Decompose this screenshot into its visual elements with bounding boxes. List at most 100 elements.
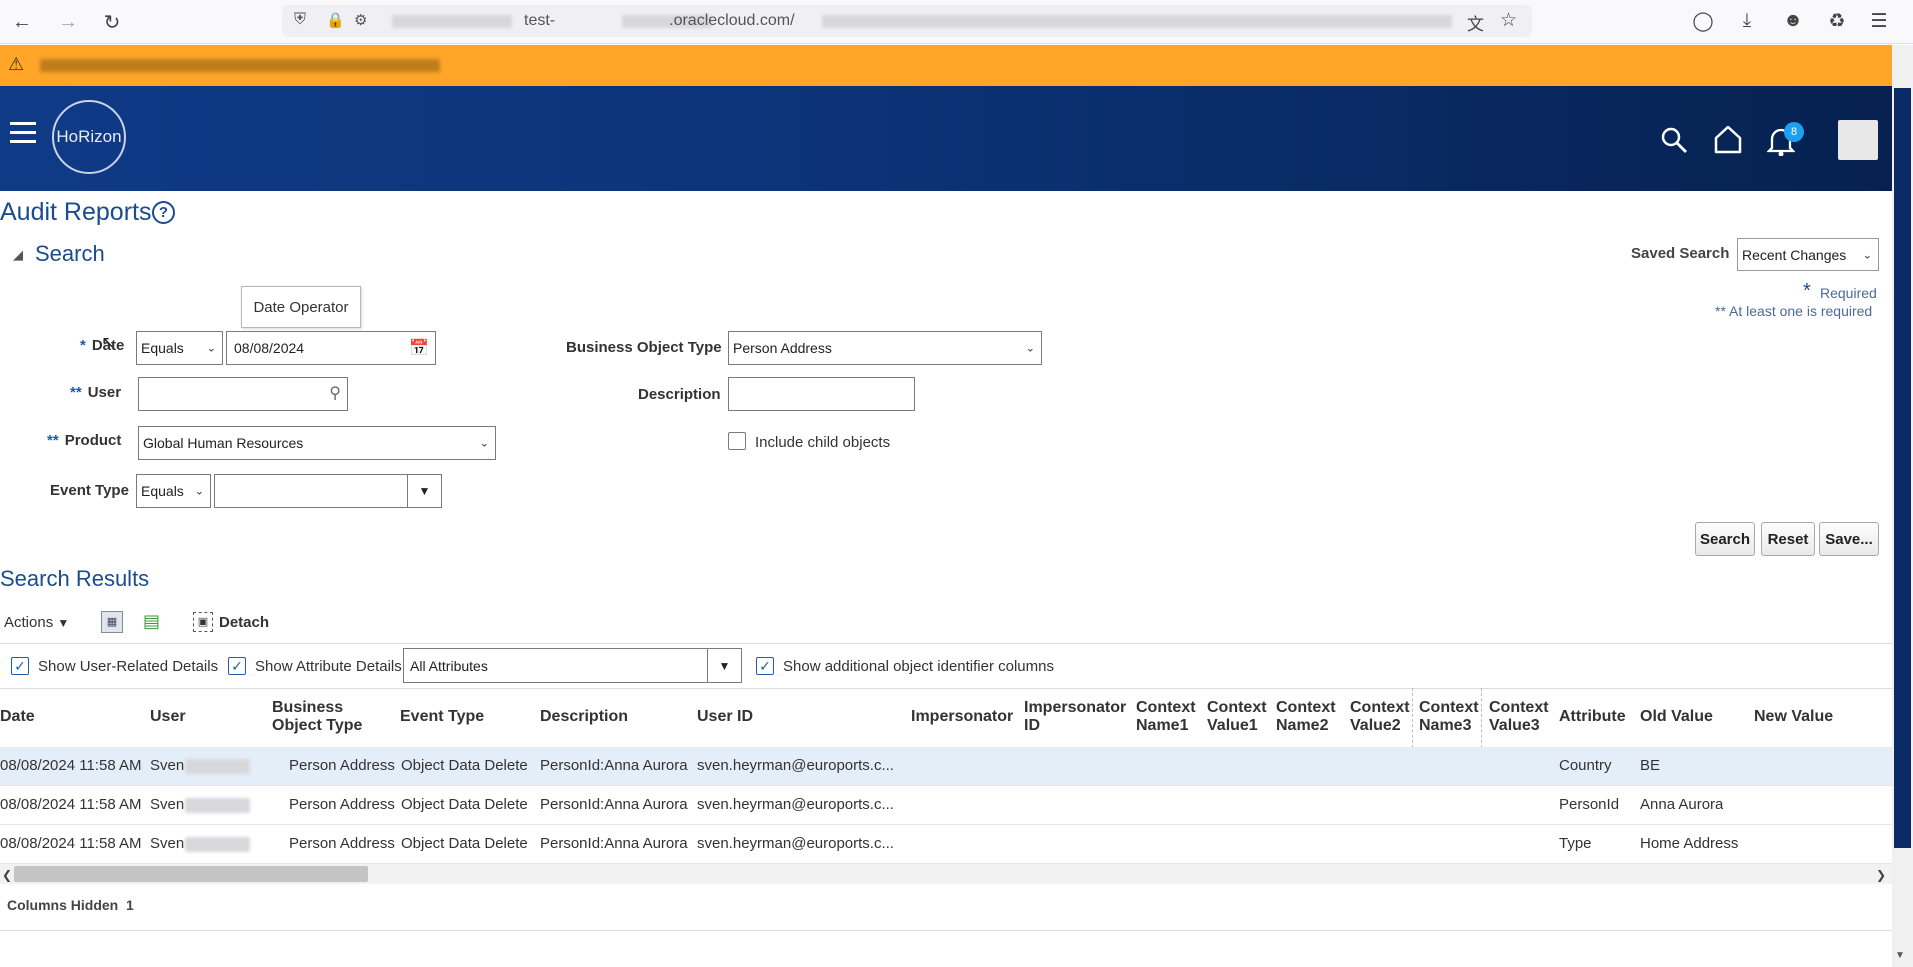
event-type-dropdown-icon[interactable]: ▼ [407, 475, 441, 507]
col-context-name3[interactable]: Context Name3 [1419, 699, 1483, 735]
attributes-dropdown-icon[interactable]: ▼ [707, 649, 741, 682]
search-section-title[interactable]: Search [35, 241, 105, 267]
include-child-checkbox[interactable] [728, 432, 746, 450]
col-date[interactable]: Date [0, 708, 35, 726]
col-user-id[interactable]: User ID [697, 708, 753, 726]
vertical-scrollbar-thumb[interactable] [1894, 88, 1911, 848]
product-select[interactable]: Global Human Resources ⌄ [138, 426, 496, 460]
cell-bo-type: Person Address [289, 796, 395, 813]
table-row[interactable]: 08/08/2024 11:58 AM Sven Person Address … [0, 786, 1892, 825]
show-additional-label: Show additional object identifier column… [783, 658, 1054, 675]
cell-date: 08/08/2024 11:58 AM [0, 757, 142, 774]
download-icon[interactable]: ⤓ [1734, 8, 1760, 34]
col-context-name2[interactable]: Context Name2 [1276, 699, 1340, 735]
freeze-icon[interactable]: ▤ [143, 611, 160, 632]
col-attribute[interactable]: Attribute [1559, 708, 1626, 726]
scroll-left-icon[interactable]: ❮ [2, 868, 12, 882]
table-row[interactable]: 08/08/2024 11:58 AM Sven Person Address … [0, 825, 1892, 864]
attributes-select[interactable]: All Attributes ▼ [403, 648, 742, 683]
saved-search-select[interactable]: Recent Changes ⌄ [1737, 238, 1879, 271]
calendar-icon[interactable]: 📅 [409, 338, 429, 358]
bo-type-label: Business Object Type [566, 339, 722, 356]
divider [0, 930, 1892, 931]
cell-description: PersonId:Anna Aurora [540, 835, 688, 852]
detach-icon[interactable]: ▣ [193, 612, 213, 632]
col-context-value2[interactable]: Context Value2 [1350, 699, 1414, 735]
search-icon[interactable] [1660, 126, 1688, 154]
cell-bo-type: Person Address [289, 835, 395, 852]
translate-icon[interactable]: 文 [1467, 10, 1484, 35]
user-surname-redacted [185, 837, 250, 852]
bookmark-star-icon[interactable]: ☆ [1500, 9, 1517, 32]
cell-date: 08/08/2024 11:58 AM [0, 835, 142, 852]
event-type-label: Event Type [50, 482, 129, 499]
required-note: Required [1820, 285, 1877, 301]
menu-icon[interactable]: ☰ [1866, 8, 1892, 34]
reset-button[interactable]: Reset [1761, 522, 1815, 556]
product-label: ** Product [47, 432, 122, 449]
logo[interactable]: HoRizon [52, 100, 126, 174]
forward-icon[interactable]: → [54, 8, 82, 36]
cell-bo-type: Person Address [289, 757, 395, 774]
home-icon[interactable] [1713, 124, 1743, 154]
user-search-icon[interactable]: ⚲ [329, 383, 341, 403]
event-type-input[interactable]: ▼ [214, 474, 442, 508]
scroll-down-icon[interactable]: ▼ [1895, 950, 1905, 961]
date-input[interactable]: 08/08/2024 📅 [226, 331, 436, 365]
cell-attribute: PersonId [1559, 796, 1620, 813]
description-input[interactable] [728, 377, 915, 411]
date-operator-select[interactable]: Equals ⌄ [136, 331, 223, 365]
col-user[interactable]: User [150, 708, 186, 726]
cell-user-id: sven.heyrman@euroports.c... [697, 835, 894, 852]
help-icon[interactable]: ? [152, 201, 175, 224]
col-new-value[interactable]: New Value [1754, 708, 1833, 726]
page-title: Audit Reports [0, 198, 152, 226]
scroll-right-icon[interactable]: ❯ [1876, 868, 1886, 882]
actions-menu[interactable]: Actions ▼ [4, 614, 69, 631]
search-button[interactable]: Search [1695, 522, 1755, 556]
cell-user: Sven [150, 796, 185, 813]
address-bar[interactable]: ⛨ 🔒 ⚙ 文 ☆ [282, 5, 1532, 37]
horizontal-scrollbar-thumb[interactable] [14, 866, 368, 882]
col-old-value[interactable]: Old Value [1640, 708, 1713, 726]
save-button[interactable]: Save... [1819, 522, 1879, 556]
hamburger-menu-icon[interactable] [10, 122, 36, 144]
detach-button[interactable]: Detach [219, 614, 269, 631]
col-context-value3[interactable]: Context Value3 [1489, 699, 1553, 735]
user-avatar[interactable] [1838, 120, 1878, 160]
event-type-operator-select[interactable]: Equals ⌄ [136, 474, 211, 508]
table-row[interactable]: 08/08/2024 11:58 AM Sven Person Address … [0, 747, 1892, 786]
show-attr-details-label: Show Attribute Details [255, 658, 402, 675]
col-description[interactable]: Description [540, 708, 628, 726]
col-event-type[interactable]: Event Type [400, 708, 484, 726]
show-attr-details-checkbox[interactable]: ✓ [228, 657, 246, 675]
cell-user-id: sven.heyrman@euroports.c... [697, 796, 894, 813]
col-context-name1[interactable]: Context Name1 [1136, 699, 1200, 735]
description-label: Description [638, 386, 721, 403]
collapse-triangle-icon[interactable]: ◢ [13, 247, 23, 263]
bo-type-select[interactable]: Person Address ⌄ [728, 331, 1042, 365]
export-icon[interactable]: ▦ [101, 611, 123, 633]
user-input[interactable]: ⚲ [138, 377, 348, 411]
col-bo-type[interactable]: Business Object Type [272, 699, 382, 735]
cell-attribute: Type [1559, 835, 1592, 852]
browser-toolbar: ← → ↻ ⛨ 🔒 ⚙ 文 ☆ test- .oraclecloud.com/ ◯… [0, 0, 1913, 44]
cell-event-type: Object Data Delete [401, 835, 528, 852]
reload-icon[interactable]: ↻ [98, 8, 126, 36]
show-additional-checkbox[interactable]: ✓ [756, 657, 774, 675]
cell-old-value: Anna Aurora [1640, 796, 1724, 813]
required-asterisk: * [1803, 280, 1811, 302]
cell-user-id: sven.heyrman@euroports.c... [697, 757, 894, 774]
divider [0, 643, 1892, 644]
cell-event-type: Object Data Delete [401, 757, 528, 774]
environment-banner: ⚠ [0, 45, 1892, 86]
pocket-icon[interactable]: ◯ [1690, 8, 1716, 34]
col-impersonator-id[interactable]: Impersonator ID [1024, 699, 1134, 735]
show-user-details-checkbox[interactable]: ✓ [11, 657, 29, 675]
col-impersonator[interactable]: Impersonator [911, 708, 1013, 726]
extensions-icon[interactable]: ♻ [1824, 8, 1850, 34]
col-context-value1[interactable]: Context Value1 [1207, 699, 1271, 735]
back-icon[interactable]: ← [8, 8, 36, 36]
account-icon[interactable]: ☻ [1780, 8, 1806, 34]
cell-date: 08/08/2024 11:58 AM [0, 796, 142, 813]
